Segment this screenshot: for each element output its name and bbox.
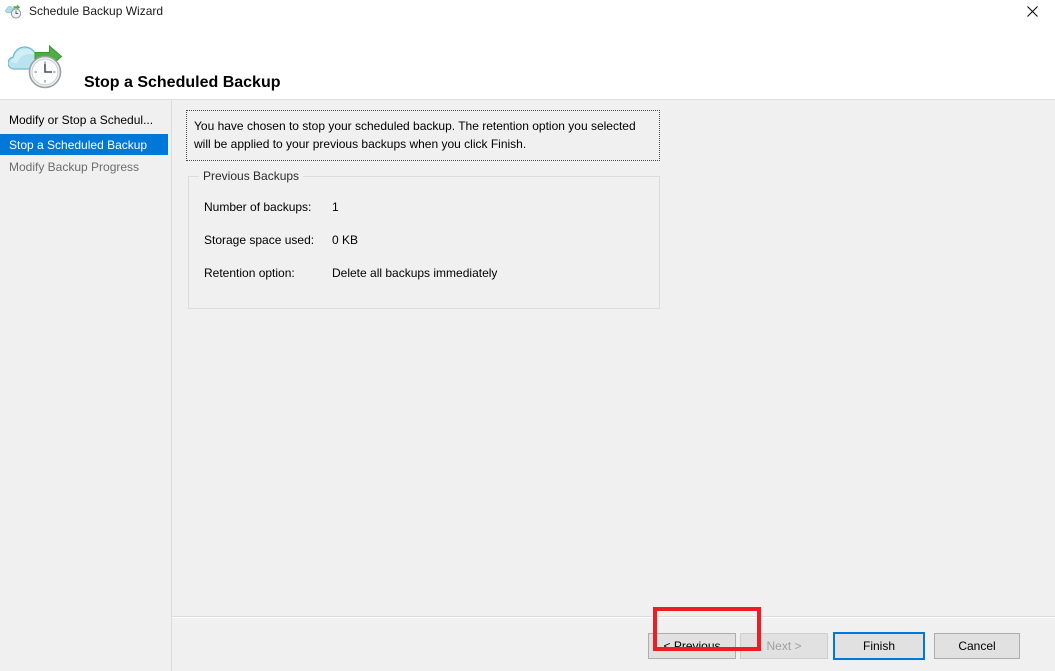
field-label: Retention option:: [204, 266, 332, 280]
field-storage-space-used: Storage space used:0 KB: [204, 233, 358, 249]
previous-backups-group: Previous Backups Number of backups:1 Sto…: [188, 176, 660, 309]
sidebar-item-label: Modify Backup Progress: [9, 160, 139, 174]
sidebar-item-modify-or-stop[interactable]: Modify or Stop a Schedul...: [0, 109, 168, 130]
schedule-backup-wizard-window: Schedule Backup Wizard: [0, 0, 1055, 671]
finish-button[interactable]: Finish: [833, 632, 925, 660]
field-value: 1: [332, 200, 339, 214]
close-icon[interactable]: [1010, 0, 1055, 22]
sidebar-item-label: Modify or Stop a Schedul...: [9, 113, 153, 127]
group-legend: Previous Backups: [199, 169, 303, 183]
field-number-of-backups: Number of backups:1: [204, 200, 339, 216]
page-title: Stop a Scheduled Backup: [84, 74, 280, 92]
window-title: Schedule Backup Wizard: [29, 4, 163, 18]
wizard-header: Stop a Scheduled Backup: [0, 22, 1055, 100]
cloud-backup-clock-icon: [8, 32, 76, 90]
info-message: You have chosen to stop your scheduled b…: [186, 110, 660, 161]
previous-button[interactable]: < Previous: [648, 633, 736, 659]
body-area: Modify or Stop a Schedul... Stop a Sched…: [0, 100, 1055, 671]
field-label: Number of backups:: [204, 200, 332, 214]
sidebar-item-label: Stop a Scheduled Backup: [9, 138, 147, 152]
field-value: 0 KB: [332, 233, 358, 247]
next-button: Next >: [740, 633, 828, 659]
field-label: Storage space used:: [204, 233, 332, 247]
wizard-button-bar: < Previous Next > Finish Cancel: [172, 618, 1055, 671]
cancel-button[interactable]: Cancel: [934, 633, 1020, 659]
content-pane: You have chosen to stop your scheduled b…: [172, 100, 1055, 617]
field-value: Delete all backups immediately: [332, 266, 497, 280]
sidebar-item-modify-backup-progress: Modify Backup Progress: [0, 156, 168, 177]
field-retention-option: Retention option:Delete all backups imme…: [204, 266, 497, 282]
wizard-steps-sidebar: Modify or Stop a Schedul... Stop a Sched…: [0, 100, 171, 671]
title-bar: Schedule Backup Wizard: [0, 0, 1055, 22]
sidebar-item-stop-scheduled-backup[interactable]: Stop a Scheduled Backup: [0, 134, 168, 155]
backup-clock-icon: [5, 2, 23, 20]
